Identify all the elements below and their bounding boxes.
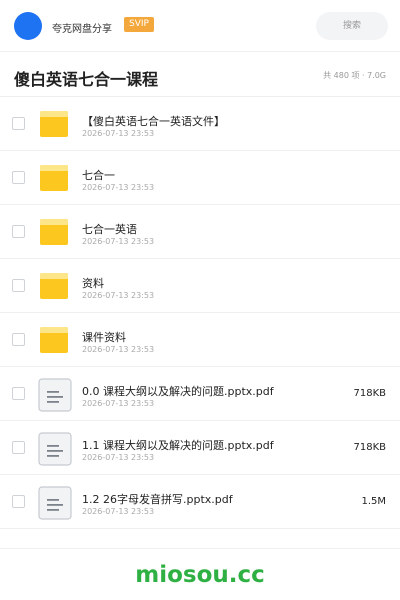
folder-icon — [38, 216, 70, 248]
avatar[interactable] — [14, 12, 42, 40]
top-bar: 夸克网盘分享 SVIP 搜索 — [0, 0, 400, 52]
file-name[interactable]: 【傻白英语七合一英语文件】 — [82, 113, 225, 129]
file-name[interactable]: 1.2 26字母发音拼写.pptx.pdf — [82, 491, 233, 507]
list-item[interactable]: 资料 2026-07-13 23:53 — [0, 259, 400, 313]
file-date: 2026-07-13 23:53 — [82, 183, 155, 192]
list-item[interactable]: 1.1 课程大纲以及解决的问题.pptx.pdf 2026-07-13 23:5… — [0, 421, 400, 475]
document-icon — [38, 432, 72, 466]
file-date: 2026-07-13 23:53 — [82, 453, 155, 462]
row-checkbox[interactable] — [12, 441, 25, 454]
file-date: 2026-07-13 23:53 — [82, 129, 155, 138]
folder-icon — [38, 324, 70, 356]
row-checkbox[interactable] — [12, 279, 25, 292]
list-item[interactable]: 1.2 26字母发音拼写.pptx.pdf 2026-07-13 23:53 1… — [0, 475, 400, 529]
file-name[interactable]: 0.0 课程大纲以及解决的问题.pptx.pdf — [82, 383, 274, 399]
document-icon — [38, 378, 72, 412]
file-size: 718KB — [353, 388, 386, 399]
file-name[interactable]: 资料 — [82, 275, 104, 291]
brand-label: 夸克网盘分享 — [52, 24, 112, 35]
list-item[interactable]: 【傻白英语七合一英语文件】 2026-07-13 23:53 — [0, 97, 400, 151]
file-date: 2026-07-13 23:53 — [82, 237, 155, 246]
file-date: 2026-07-13 23:53 — [82, 507, 155, 516]
file-date: 2026-07-13 23:53 — [82, 399, 155, 408]
file-name[interactable]: 七合一英语 — [82, 221, 137, 237]
row-checkbox[interactable] — [12, 225, 25, 238]
list-item[interactable]: 课件资料 2026-07-13 23:53 — [0, 313, 400, 367]
document-icon — [38, 486, 72, 520]
page-title: 傻白英语七合一课程 — [14, 70, 159, 89]
folder-header: 傻白英语七合一课程 共 480 项 · 7.0G — [0, 53, 400, 97]
folder-icon — [38, 162, 70, 194]
list-item[interactable]: 七合一 2026-07-13 23:53 — [0, 151, 400, 205]
row-checkbox[interactable] — [12, 171, 25, 184]
footer-divider — [0, 548, 400, 549]
row-checkbox[interactable] — [12, 495, 25, 508]
row-checkbox[interactable] — [12, 117, 25, 130]
list-item[interactable]: 七合一英语 2026-07-13 23:53 — [0, 205, 400, 259]
file-name[interactable]: 课件资料 — [82, 329, 126, 345]
file-size: 1.5M — [361, 496, 386, 507]
file-name[interactable]: 1.1 课程大纲以及解决的问题.pptx.pdf — [82, 437, 274, 453]
item-count: 共 480 项 · 7.0G — [323, 71, 386, 80]
folder-icon — [38, 270, 70, 302]
file-name[interactable]: 七合一 — [82, 167, 115, 183]
file-date: 2026-07-13 23:53 — [82, 291, 155, 300]
row-checkbox[interactable] — [12, 387, 25, 400]
file-list: 【傻白英语七合一英语文件】 2026-07-13 23:53 七合一 2026-… — [0, 97, 400, 529]
file-date: 2026-07-13 23:53 — [82, 345, 155, 354]
search-button[interactable]: 搜索 — [316, 12, 388, 40]
svip-badge: SVIP — [124, 17, 154, 32]
folder-icon — [38, 108, 70, 140]
file-size: 718KB — [353, 442, 386, 453]
watermark: miosou.cc — [135, 562, 265, 588]
list-item[interactable]: 0.0 课程大纲以及解决的问题.pptx.pdf 2026-07-13 23:5… — [0, 367, 400, 421]
row-checkbox[interactable] — [12, 333, 25, 346]
